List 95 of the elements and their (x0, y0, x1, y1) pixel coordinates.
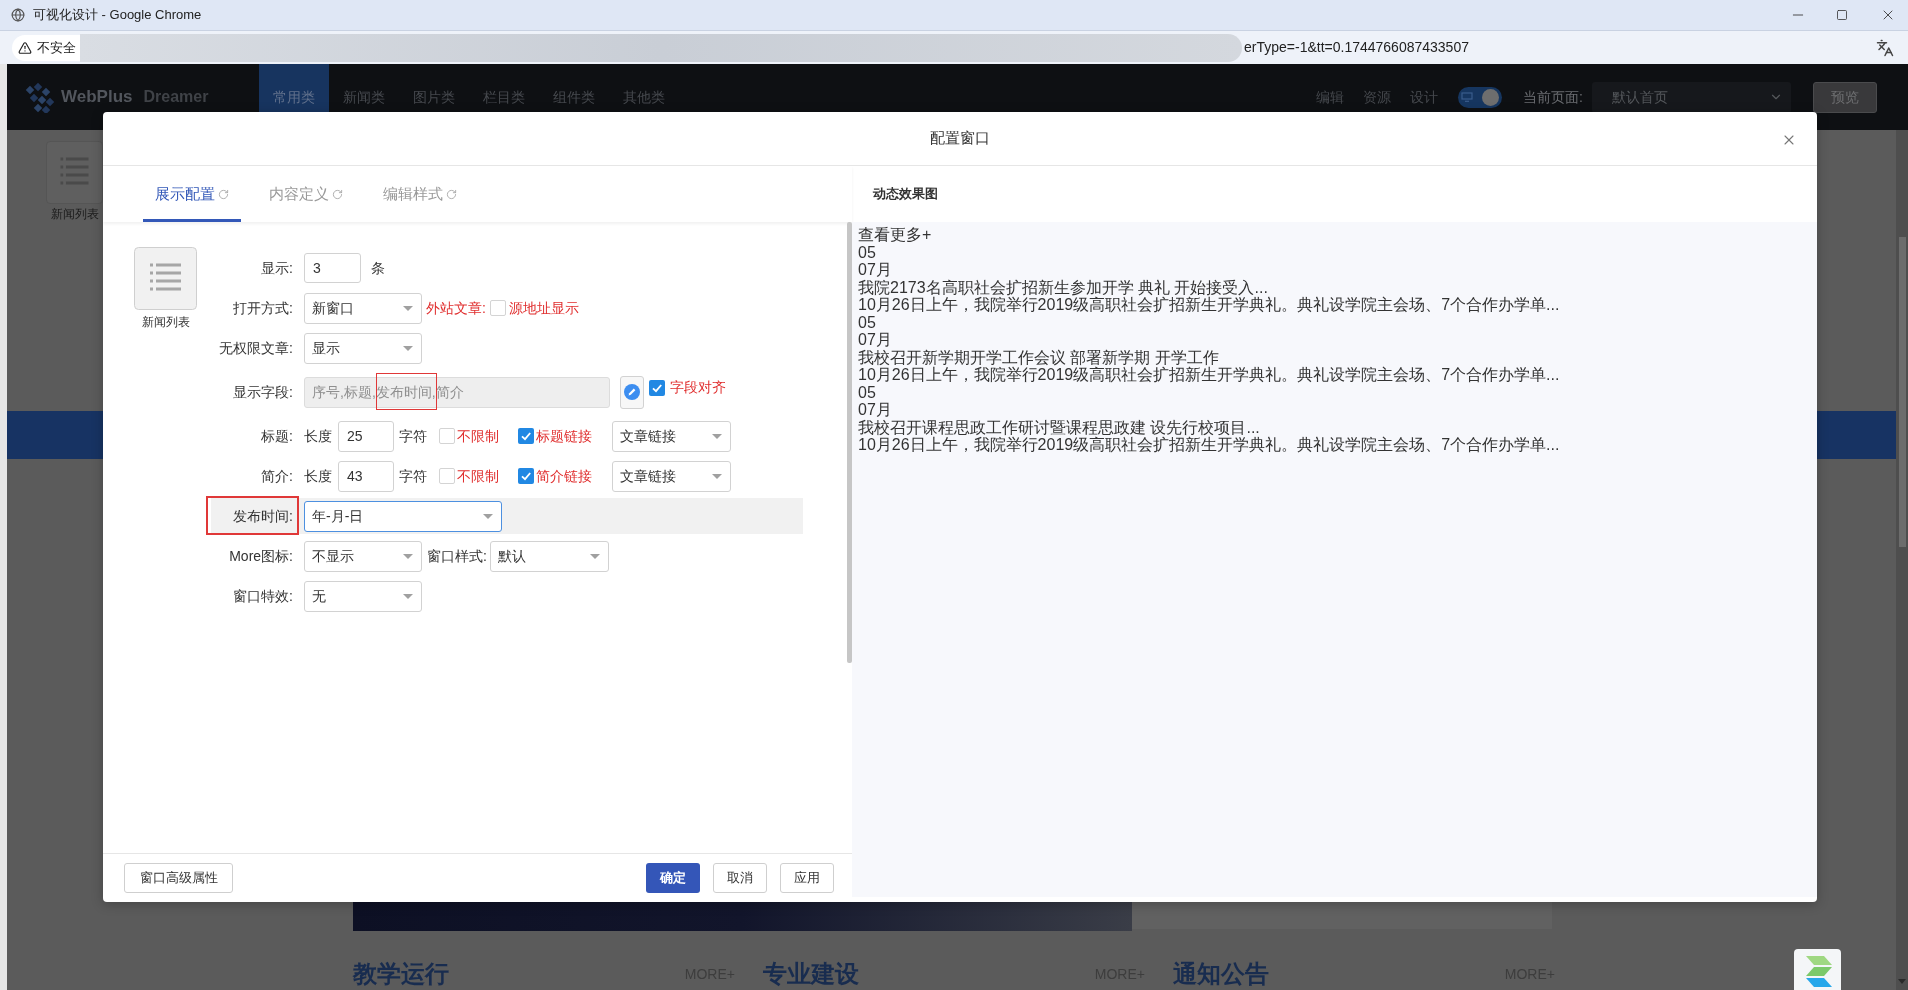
caret-icon (589, 553, 600, 559)
dialog-title: 配置窗口 (930, 128, 990, 149)
widget-label: 新闻列表 (141, 314, 190, 331)
checkbox[interactable] (518, 428, 534, 444)
dropdown[interactable]: 不显示 (304, 540, 422, 572)
length-label: 长度 (304, 426, 332, 446)
checkbox[interactable] (649, 379, 665, 396)
checkbox[interactable] (439, 428, 455, 444)
field-label: 窗口样式: (427, 546, 487, 566)
option-label: 不限制 (457, 426, 499, 446)
caret-icon (403, 593, 413, 599)
news-title: 我院2173名高职社会扩招新生参加开学 典礼 开始接受入... (858, 278, 1268, 296)
warning-icon (18, 40, 32, 55)
day-text: 05 (858, 313, 876, 331)
refresh-icon (446, 188, 457, 200)
option-label: 字段对齐 (670, 378, 726, 397)
caret-icon (483, 513, 493, 519)
dropdown[interactable]: 年-月-日 (304, 500, 502, 532)
url-text: erType=-1&tt=0.1744766087433507 (1244, 38, 1469, 57)
dropdown[interactable]: 显示 (304, 332, 422, 364)
checkbox[interactable] (489, 300, 506, 316)
field-label: 简介: (260, 466, 293, 486)
number-field[interactable]: 3 (304, 253, 361, 283)
field-label: 窗口特效: (232, 586, 293, 606)
checkbox[interactable] (439, 468, 455, 484)
logo-icon (23, 81, 57, 113)
field-label: 标题: (260, 426, 293, 446)
news-summary: 10月26日上午，我院举行2019级高职社会扩招新生开学典礼。典礼设学院主会场、7个合作办学单... (858, 296, 1560, 314)
maximize-icon[interactable] (1836, 9, 1848, 21)
number-field[interactable]: 25 (338, 420, 394, 452)
security-label: 不安全 (37, 38, 76, 57)
day-text: 05 (858, 383, 876, 401)
month-text: 07月 (858, 401, 892, 419)
confirm-button[interactable]: 确定 (646, 863, 700, 893)
unit-label: 条 (371, 258, 385, 278)
scroll-down-icon[interactable] (1898, 979, 1906, 984)
more-text: 查看更多+ (858, 226, 932, 244)
security-chip[interactable]: 不安全 (12, 34, 80, 61)
field-label: 显示: (260, 258, 293, 278)
caret-icon (712, 433, 722, 439)
dialog-button[interactable]: 应用 (780, 863, 834, 893)
advanced-button[interactable]: 窗口高级属性 (124, 863, 233, 893)
tab[interactable]: 展示配置 (143, 166, 241, 222)
translate-icon[interactable] (1876, 38, 1894, 57)
field-label: 发布时间: (232, 506, 293, 526)
option-label: 标题链接 (536, 426, 592, 446)
section-title: 专业建设 (763, 960, 859, 988)
list-icon (134, 247, 197, 310)
dropdown[interactable]: 文章链接 (612, 460, 731, 492)
news-title: 我校召开课程思政工作研讨暨课程思政建 设先行校项目... (858, 418, 1260, 436)
refresh-icon (332, 188, 343, 200)
dialog-button[interactable]: 取消 (713, 863, 767, 893)
day-text: 05 (858, 243, 876, 261)
field-label: 显示字段: (232, 382, 293, 402)
scrollbar-thumb[interactable] (847, 222, 852, 663)
field-label: 打开方式: (232, 298, 293, 318)
unit-label: 字符 (399, 426, 427, 446)
caret-icon (403, 345, 413, 351)
chevron-logo-icon[interactable] (1794, 949, 1841, 990)
section-title: 通知公告 (1173, 960, 1269, 988)
refresh-icon (218, 188, 229, 200)
window-title: 可视化设计 - Google Chrome (33, 6, 202, 25)
scrollbar-thumb[interactable] (1898, 237, 1906, 547)
caret-icon (403, 305, 413, 311)
checkbox[interactable] (518, 468, 534, 484)
news-title: 我校召开新学期开学工作会议 部署新学期 开学工作 (858, 348, 1219, 366)
month-text: 07月 (858, 261, 892, 279)
option-label: 简介链接 (536, 466, 592, 486)
caret-icon (712, 473, 722, 479)
tool-label: 新闻列表 (50, 207, 99, 221)
edit-button[interactable] (620, 375, 644, 409)
pencil-icon (624, 384, 640, 400)
field-label: More图标: (228, 546, 293, 566)
dropdown[interactable]: 无 (304, 580, 422, 612)
news-summary: 10月26日上午，我院举行2019级高职社会扩招新生开学典礼。典礼设学院主会场、7个合作办学单... (858, 366, 1560, 384)
dropdown[interactable]: 新窗口 (304, 292, 422, 324)
number-field[interactable]: 43 (338, 460, 394, 492)
note-label: 外站文章: (426, 298, 486, 318)
unit-label: 字符 (399, 466, 427, 486)
monitor-icon (1461, 92, 1474, 102)
news-summary: 10月26日上午，我院举行2019级高职社会扩招新生开学典礼。典礼设学院主会场、7个合作办学单... (858, 436, 1560, 454)
length-label: 长度 (304, 466, 332, 486)
page-label: 当前页面: (1523, 87, 1583, 107)
view-toggle[interactable] (1458, 86, 1503, 108)
preview-title: 动态效果图 (873, 185, 938, 204)
logo-text: WebPlus (61, 86, 133, 109)
caret-icon (403, 553, 413, 559)
option-label: 不限制 (457, 466, 499, 486)
dropdown[interactable]: 默认 (489, 540, 609, 572)
globe-icon (11, 8, 25, 22)
option-label: 源地址显示 (508, 298, 579, 318)
field-label: 无权限文章: (218, 338, 293, 358)
dropdown[interactable]: 文章链接 (612, 420, 731, 452)
section-title: 教学运行 (353, 960, 449, 988)
month-text: 07月 (858, 331, 892, 349)
